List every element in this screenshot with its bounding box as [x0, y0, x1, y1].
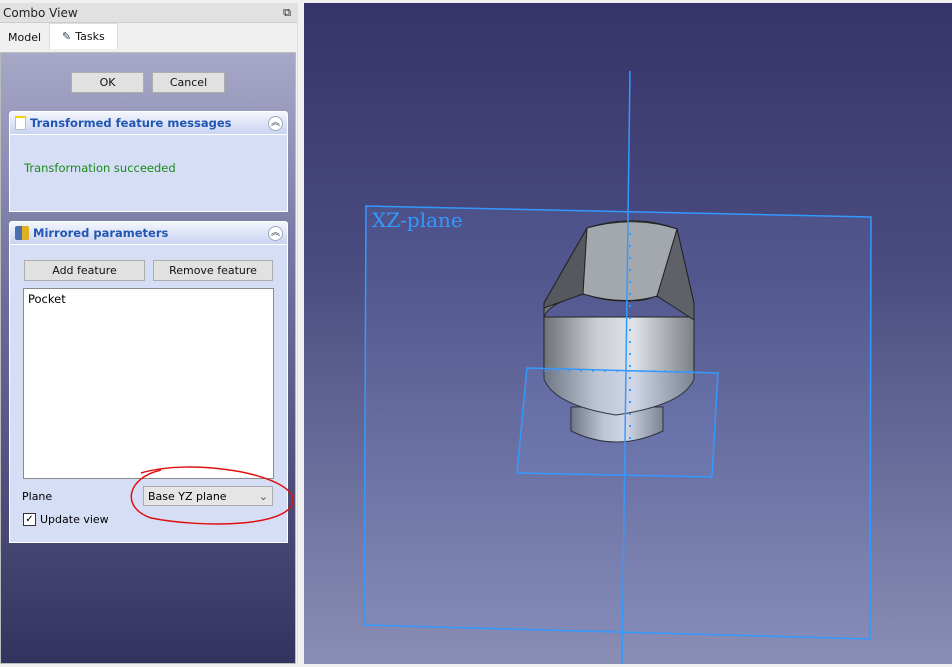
tab-model-label: Model — [8, 31, 42, 44]
combo-view-title: Combo View — [3, 5, 78, 20]
combo-view-titlebar: Combo View ⧉ — [0, 3, 297, 23]
combo-view-panel: Combo View ⧉ Model ✎ Tasks OK Cancel Tran… — [0, 3, 298, 664]
yz-plane[interactable] — [516, 367, 719, 478]
xz-plane-label: XZ-plane — [372, 208, 463, 232]
float-window-icon[interactable]: ⧉ — [277, 6, 297, 20]
tab-tasks-label: Tasks — [75, 30, 105, 43]
tab-tasks[interactable]: ✎ Tasks — [49, 23, 118, 49]
tab-model[interactable]: Model — [0, 25, 49, 49]
tab-bar: Model ✎ Tasks — [0, 23, 297, 49]
pencil-icon: ✎ — [62, 30, 72, 43]
3d-viewport[interactable]: XZ-plane — [304, 3, 952, 665]
red-annotation-circle — [130, 466, 294, 525]
task-pane: OK Cancel Transformed feature messages ︽… — [0, 52, 296, 664]
3d-scene[interactable]: XZ-plane — [304, 3, 952, 665]
